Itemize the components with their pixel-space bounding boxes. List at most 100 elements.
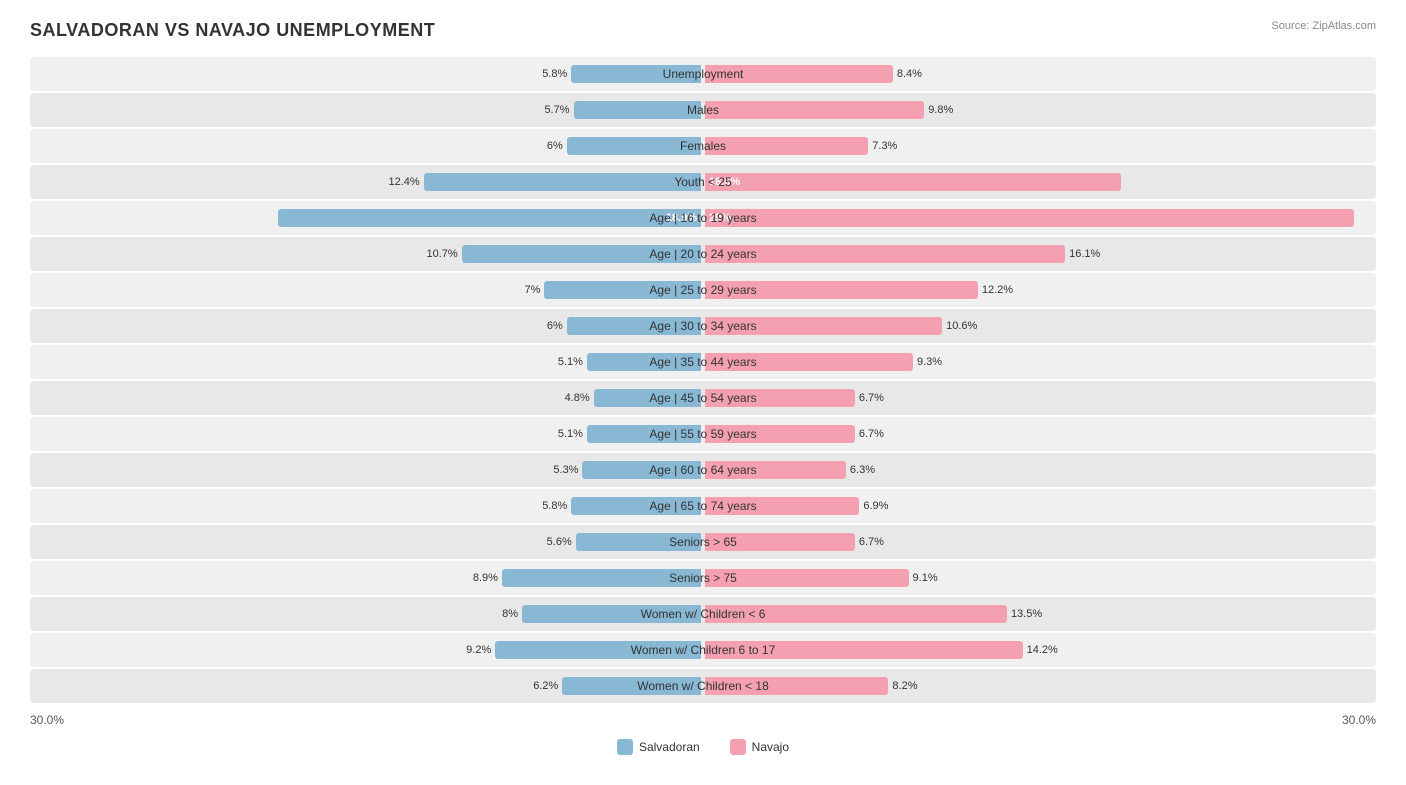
bar-right: 8.2%	[705, 677, 888, 695]
bar-value-right-inside: 29%	[709, 212, 731, 224]
right-half: 10.6%	[703, 309, 1376, 343]
chart-row: 7% Age | 25 to 29 years 12.2%	[30, 273, 1376, 307]
legend-label-salvadoran: Salvadoran	[639, 740, 700, 754]
bar-value-right: 6.7%	[859, 536, 884, 548]
bar-right: 9.1%	[705, 569, 909, 587]
chart-row: 18.9% Age | 16 to 19 years 29%	[30, 201, 1376, 235]
left-half: 6%	[30, 129, 703, 163]
bar-right: 7.3%	[705, 137, 868, 155]
bar-right: 8.4%	[705, 65, 893, 83]
bar-value-left: 5.8%	[542, 68, 567, 80]
bar-value-left: 12.4%	[388, 176, 419, 188]
bar-value-left: 8%	[502, 608, 518, 620]
bar-left: 6%	[567, 317, 701, 335]
chart-row: 5.8% Age | 65 to 74 years 6.9%	[30, 489, 1376, 523]
left-half: 8.9%	[30, 561, 703, 595]
axis-right: 30.0%	[1342, 713, 1376, 727]
chart-row: 8% Women w/ Children < 6 13.5%	[30, 597, 1376, 631]
bar-right: 13.5%	[705, 605, 1007, 623]
bar-right: 16.1%	[705, 245, 1065, 263]
left-half: 12.4%	[30, 165, 703, 199]
bar-left: 5.3%	[582, 461, 701, 479]
bar-value-right: 10.6%	[946, 320, 977, 332]
left-half: 6%	[30, 309, 703, 343]
chart-row: 5.1% Age | 35 to 44 years 9.3%	[30, 345, 1376, 379]
bar-value-right: 9.1%	[913, 572, 938, 584]
bar-value-right: 14.2%	[1027, 644, 1058, 656]
bar-left: 5.1%	[587, 353, 701, 371]
chart-row: 12.4% Youth < 25 18.6%	[30, 165, 1376, 199]
left-half: 5.6%	[30, 525, 703, 559]
left-half: 7%	[30, 273, 703, 307]
legend-label-navajo: Navajo	[752, 740, 789, 754]
bar-left: 12.4%	[424, 173, 701, 191]
right-half: 16.1%	[703, 237, 1376, 271]
left-half: 8%	[30, 597, 703, 631]
right-half: 6.7%	[703, 525, 1376, 559]
bar-left: 5.6%	[576, 533, 701, 551]
chart-row: 5.8% Unemployment 8.4%	[30, 57, 1376, 91]
left-half: 5.8%	[30, 57, 703, 91]
bar-value-right: 13.5%	[1011, 608, 1042, 620]
bar-left: 8.9%	[502, 569, 701, 587]
chart-row: 6% Age | 30 to 34 years 10.6%	[30, 309, 1376, 343]
chart-area: 5.8% Unemployment 8.4% 5.7% Males 9.8% 6…	[30, 57, 1376, 703]
bar-value-left: 5.1%	[558, 356, 583, 368]
right-half: 13.5%	[703, 597, 1376, 631]
chart-row: 4.8% Age | 45 to 54 years 6.7%	[30, 381, 1376, 415]
bar-left: 6.2%	[562, 677, 701, 695]
bar-value-left: 5.7%	[544, 104, 569, 116]
bar-value-right: 7.3%	[872, 140, 897, 152]
chart-container: SALVADORAN VS NAVAJO UNEMPLOYMENT Source…	[0, 0, 1406, 785]
left-half: 5.1%	[30, 345, 703, 379]
bar-left: 4.8%	[594, 389, 701, 407]
legend-item-navajo: Navajo	[730, 739, 789, 755]
right-half: 14.2%	[703, 633, 1376, 667]
chart-row: 6% Females 7.3%	[30, 129, 1376, 163]
right-half: 29%	[703, 201, 1376, 235]
bar-left: 6%	[567, 137, 701, 155]
bar-value-right: 6.9%	[863, 500, 888, 512]
chart-row: 5.1% Age | 55 to 59 years 6.7%	[30, 417, 1376, 451]
bar-left: 10.7%	[462, 245, 701, 263]
chart-row: 10.7% Age | 20 to 24 years 16.1%	[30, 237, 1376, 271]
left-half: 6.2%	[30, 669, 703, 703]
bar-value-right: 9.8%	[928, 104, 953, 116]
chart-title: SALVADORAN VS NAVAJO UNEMPLOYMENT	[30, 20, 435, 41]
bar-value-left: 5.8%	[542, 500, 567, 512]
bar-value-right: 16.1%	[1069, 248, 1100, 260]
bar-right: 6.3%	[705, 461, 846, 479]
bar-value-left: 6.2%	[533, 680, 558, 692]
axis-left: 30.0%	[30, 713, 64, 727]
right-half: 8.4%	[703, 57, 1376, 91]
axis-row: 30.0% 30.0%	[30, 705, 1376, 731]
bar-right: 10.6%	[705, 317, 942, 335]
bar-right: 6.7%	[705, 533, 855, 551]
bar-value-right-inside: 18.6%	[709, 176, 740, 188]
left-half: 5.1%	[30, 417, 703, 451]
right-half: 9.3%	[703, 345, 1376, 379]
legend: Salvadoran Navajo	[30, 739, 1376, 755]
bar-value-right: 8.2%	[892, 680, 917, 692]
bar-right: 29%	[705, 209, 1354, 227]
right-half: 9.1%	[703, 561, 1376, 595]
bar-value-left: 8.9%	[473, 572, 498, 584]
bar-left: 8%	[522, 605, 701, 623]
chart-row: 5.7% Males 9.8%	[30, 93, 1376, 127]
right-half: 6.7%	[703, 417, 1376, 451]
bar-value-left: 6%	[547, 140, 563, 152]
chart-header: SALVADORAN VS NAVAJO UNEMPLOYMENT Source…	[30, 20, 1376, 41]
right-half: 6.9%	[703, 489, 1376, 523]
bar-right: 6.9%	[705, 497, 859, 515]
bar-left: 5.1%	[587, 425, 701, 443]
bar-right: 9.3%	[705, 353, 913, 371]
left-half: 10.7%	[30, 237, 703, 271]
right-half: 12.2%	[703, 273, 1376, 307]
bar-left: 7%	[544, 281, 701, 299]
chart-row: 8.9% Seniors > 75 9.1%	[30, 561, 1376, 595]
bar-value-left: 9.2%	[466, 644, 491, 656]
legend-item-salvadoran: Salvadoran	[617, 739, 700, 755]
bar-value-left: 4.8%	[565, 392, 590, 404]
bar-value-left-inside: 18.9%	[666, 212, 697, 224]
left-half: 5.7%	[30, 93, 703, 127]
